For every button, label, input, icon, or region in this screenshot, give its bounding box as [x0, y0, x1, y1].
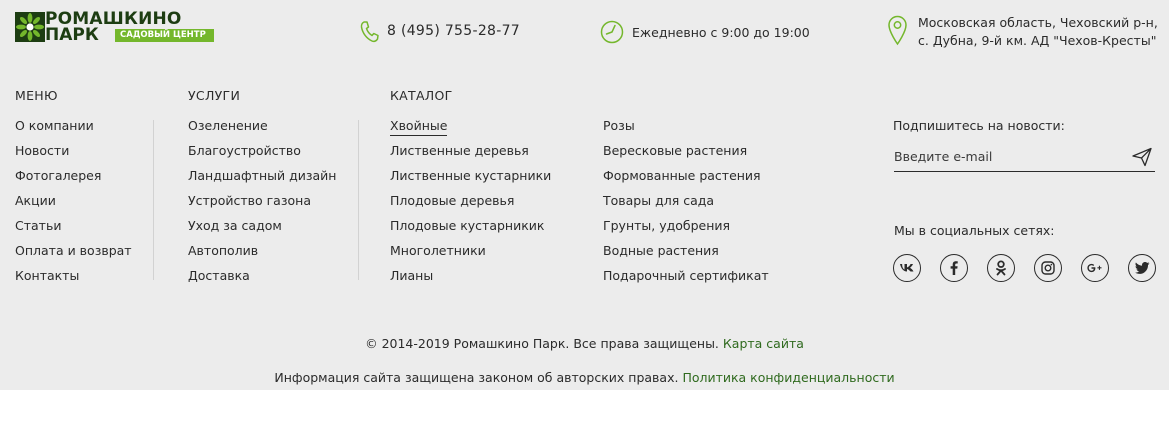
twitter-icon[interactable] [1128, 254, 1156, 282]
menu-title: МЕНЮ [15, 88, 58, 103]
copyright-text: © 2014-2019 Ромашкино Парк. Все права за… [365, 336, 719, 351]
phone-contact[interactable]: 8 (495) 755-28-77 [359, 20, 520, 44]
menu-item[interactable]: О компании [15, 118, 132, 143]
sitemap-link[interactable]: Карта сайта [723, 336, 804, 351]
service-item[interactable]: Уход за садом [188, 218, 336, 243]
social-label: Мы в социальных сетях: [894, 223, 1055, 238]
catalog-item[interactable]: Лианы [390, 268, 551, 293]
services-title: УСЛУГИ [188, 88, 241, 103]
brand-logo[interactable]: РОМАШКИНО ПАРК САДОВЫЙ ЦЕНТР [15, 10, 215, 45]
menu-item[interactable]: Новости [15, 143, 132, 168]
service-item[interactable]: Доставка [188, 268, 336, 293]
social-links [893, 254, 1158, 282]
column-divider [153, 120, 154, 280]
service-item[interactable]: Озеленение [188, 118, 336, 143]
catalog-item[interactable]: Многолетники [390, 243, 551, 268]
service-item[interactable]: Устройство газона [188, 193, 336, 218]
menu-list: О компании Новости Фотогалерея Акции Ста… [15, 118, 132, 293]
legal-text: Информация сайта защищена законом об авт… [274, 370, 679, 385]
address-line-1: Московская область, Чеховский р-н, [918, 15, 1158, 30]
privacy-policy-link[interactable]: Политика конфиденциальности [682, 370, 894, 385]
phone-number[interactable]: 8 (495) 755-28-77 [387, 23, 520, 39]
facebook-icon[interactable] [940, 254, 968, 282]
services-list: Озеленение Благоустройство Ландшафтный д… [188, 118, 336, 293]
service-item[interactable]: Ландшафтный дизайн [188, 168, 336, 193]
catalog-list-1: Хвойные Лиственные деревья Лиственные ку… [390, 118, 551, 293]
hours-contact: Ежедневно с 9:00 до 19:00 [600, 20, 810, 44]
service-item[interactable]: Благоустройство [188, 143, 336, 168]
catalog-item-label: Хвойные [390, 118, 448, 136]
catalog-list-2: Розы Вересковые растения Формованные рас… [603, 118, 769, 293]
working-hours: Ежедневно с 9:00 до 19:00 [632, 25, 810, 40]
column-divider [358, 120, 359, 280]
subscribe-field [894, 142, 1155, 172]
catalog-item[interactable]: Лиственные деревья [390, 143, 551, 168]
brand-badge: САДОВЫЙ ЦЕНТР [115, 29, 214, 42]
catalog-item[interactable]: Водные растения [603, 243, 769, 268]
address-text: Московская область, Чеховский р-н, с. Ду… [918, 14, 1158, 50]
catalog-item[interactable]: Розы [603, 118, 769, 143]
vk-icon[interactable] [893, 254, 921, 282]
site-footer: РОМАШКИНО ПАРК САДОВЫЙ ЦЕНТР 8 (495) 755… [0, 0, 1169, 390]
menu-item[interactable]: Статьи [15, 218, 132, 243]
instagram-icon[interactable] [1034, 254, 1062, 282]
daisy-logo-icon [15, 12, 45, 42]
send-icon[interactable] [1131, 147, 1153, 167]
address-line-2: с. Дубна, 9-й км. АД "Чехов-Кресты" [918, 33, 1157, 48]
service-item[interactable]: Автополив [188, 243, 336, 268]
clock-icon [600, 20, 624, 44]
address-contact: Московская область, Чеховский р-н, с. Ду… [887, 14, 1158, 50]
catalog-item[interactable]: Формованные растения [603, 168, 769, 193]
catalog-item-active[interactable]: Хвойные [390, 118, 551, 143]
location-pin-icon [888, 15, 907, 46]
copyright-line: © 2014-2019 Ромашкино Парк. Все права за… [0, 336, 1169, 351]
catalog-item[interactable]: Вересковые растения [603, 143, 769, 168]
catalog-item[interactable]: Плодовые кустарникик [390, 218, 551, 243]
phone-icon [360, 21, 379, 43]
subscribe-label: Подпишитесь на новости: [893, 118, 1065, 133]
legal-line: Информация сайта защищена законом об авт… [0, 370, 1169, 385]
menu-item[interactable]: Фотогалерея [15, 168, 132, 193]
catalog-title: КАТАЛОГ [390, 88, 453, 103]
catalog-item[interactable]: Товары для сада [603, 193, 769, 218]
catalog-item[interactable]: Лиственные кустарники [390, 168, 551, 193]
email-input[interactable] [894, 146, 1119, 166]
menu-item[interactable]: Контакты [15, 268, 132, 293]
catalog-item[interactable]: Плодовые деревья [390, 193, 551, 218]
google-plus-icon[interactable] [1081, 254, 1109, 282]
menu-item[interactable]: Оплата и возврат [15, 243, 132, 268]
catalog-item[interactable]: Грунты, удобрения [603, 218, 769, 243]
odnoklassniki-icon[interactable] [987, 254, 1015, 282]
brand-park: ПАРК [45, 25, 99, 45]
catalog-item[interactable]: Подарочный сертификат [603, 268, 769, 293]
menu-item[interactable]: Акции [15, 193, 132, 218]
